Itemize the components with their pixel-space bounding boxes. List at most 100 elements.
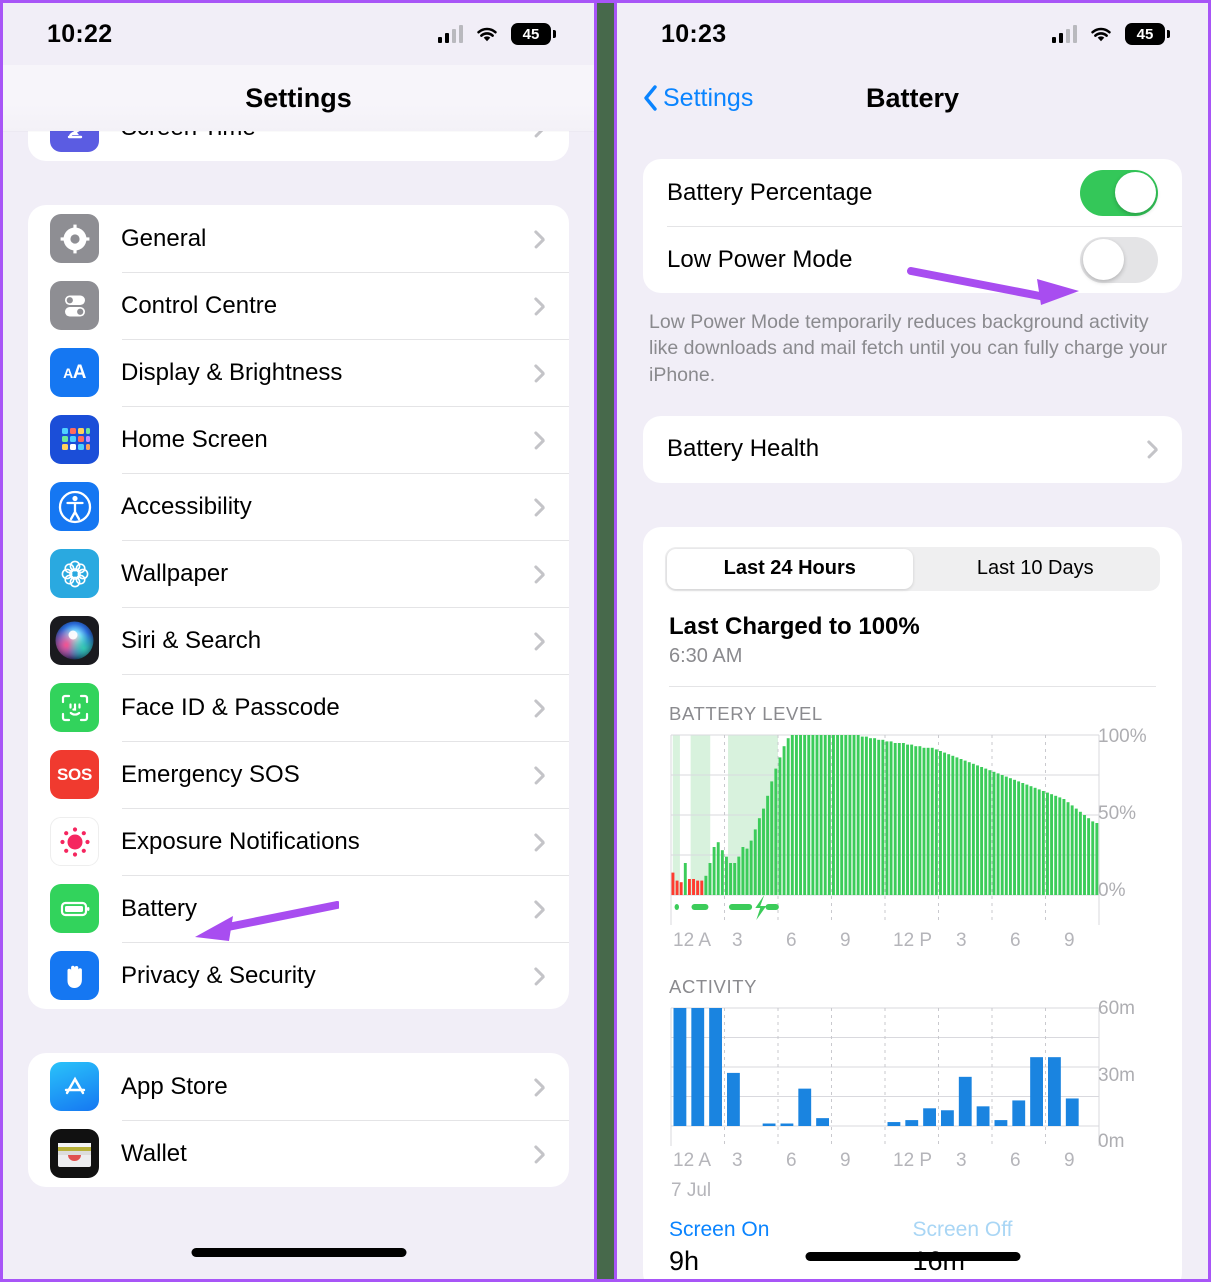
sidebar-item-battery[interactable]: Battery [28, 875, 569, 942]
timeframe-segmented-control[interactable]: Last 24 Hours Last 10 Days [665, 546, 1160, 591]
sidebar-item-label: Battery [121, 894, 198, 922]
chevron-right-icon [532, 899, 543, 919]
setting-label: Low Power Mode [667, 245, 853, 273]
privacy-security-icon [50, 951, 99, 1000]
xtick-label: 3 [732, 929, 743, 951]
status-bar-time: 10:23 [661, 19, 727, 48]
list-item-screen-time[interactable]: Screen Time [28, 131, 569, 161]
sidebar-item-label: Wallet [121, 1139, 187, 1167]
sidebar-item-label: Siri & Search [121, 626, 262, 654]
sidebar-item-display-brightness[interactable]: AA Display & Brightness [28, 339, 569, 406]
ytick-label: 50% [1098, 802, 1137, 824]
settings-scroll-content[interactable]: Screen Time [3, 131, 594, 1187]
sidebar-item-control-centre[interactable]: Control Centre [28, 272, 569, 339]
screen-on-value: 9h [669, 1245, 700, 1276]
timeframe-segmented-wrap: Last 24 Hours Last 10 Days [643, 527, 1182, 591]
sidebar-item-siri-search[interactable]: Siri & Search [28, 607, 569, 674]
sidebar-item-label: Exposure Notifications [121, 827, 360, 855]
activity-y-axis: 60m 30m 0m [1092, 998, 1158, 1152]
section-gap-2 [3, 1009, 594, 1053]
status-bar-indicators: 45 [437, 23, 556, 45]
setting-row-low-power-mode[interactable]: Low Power Mode [643, 226, 1182, 293]
battery-screen: 10:23 45 Settings Battery Battery Percen… [617, 0, 1211, 1282]
battery-icon: 45 [1125, 23, 1170, 45]
display-brightness-icon: AA [50, 348, 99, 397]
settings-navbar: Settings [3, 65, 594, 131]
xtick-label: 9 [1064, 929, 1075, 951]
ytick-label: 100% [1098, 725, 1147, 747]
list-item-label: Battery Health [667, 435, 820, 463]
home-indicator [805, 1252, 1020, 1261]
chevron-right-icon [532, 1077, 543, 1097]
sidebar-item-label: App Store [121, 1072, 228, 1100]
screen-time-stats: Screen On 9h Screen Off 16m [643, 1202, 1182, 1277]
chevron-right-icon [1145, 439, 1156, 459]
wifi-icon [475, 25, 499, 43]
sidebar-item-emergency-sos[interactable]: SOS Emergency SOS [28, 741, 569, 808]
xtick-label: 6 [786, 929, 797, 951]
chevron-right-icon [532, 564, 543, 584]
battery-percentage-toggle[interactable] [1080, 169, 1158, 216]
low-power-mode-toggle[interactable] [1080, 236, 1158, 283]
setting-row-battery-percentage[interactable]: Battery Percentage [643, 159, 1182, 226]
battery-navbar: Settings Battery [617, 65, 1208, 131]
general-gear-icon [50, 214, 99, 263]
tab-last-24-hours[interactable]: Last 24 Hours [667, 548, 913, 589]
sidebar-item-face-id[interactable]: Face ID & Passcode [28, 674, 569, 741]
back-button[interactable]: Settings [643, 84, 753, 113]
tab-last-10-days[interactable]: Last 10 Days [913, 549, 1159, 589]
sidebar-item-home-screen[interactable]: Home Screen [28, 406, 569, 473]
screen-off-stat: Screen Off 16m [913, 1218, 1157, 1277]
sidebar-item-label: Display & Brightness [121, 358, 343, 386]
battery-toggles-card: Battery Percentage Low Power Mode [643, 159, 1182, 293]
chevron-right-icon [532, 832, 543, 852]
xtick-label: 6 [1010, 1149, 1021, 1171]
last-charged-time: 6:30 AM [669, 644, 743, 667]
accessibility-icon [50, 482, 99, 531]
activity-caption: ACTIVITY [669, 975, 758, 997]
siri-search-icon [50, 616, 99, 665]
screen-on-stat: Screen On 9h [669, 1218, 913, 1277]
sidebar-item-accessibility[interactable]: Accessibility [28, 473, 569, 540]
battery-level-chart: 100% 50% 0% 12 A 3 6 9 12 P 3 6 9 [669, 726, 1156, 960]
activity-date-label: 7 Jul [671, 1179, 712, 1201]
exposure-notifications-icon [50, 817, 99, 866]
battery-health-card: Battery Health [643, 415, 1182, 483]
last-charged-title: Last Charged to 100% [669, 612, 920, 640]
face-id-icon [50, 683, 99, 732]
back-button-label: Settings [663, 83, 754, 112]
sidebar-item-exposure-notifications[interactable]: Exposure Notifications [28, 808, 569, 875]
list-item-label: Screen Time [121, 131, 532, 142]
sidebar-item-app-store[interactable]: App Store [28, 1053, 569, 1120]
battery-icon: 45 [511, 23, 556, 45]
screen-on-label: Screen On [669, 1217, 770, 1241]
screenshot-stage: 10:22 45 Settings General Control Centre… [0, 0, 1211, 1282]
sidebar-item-wallet[interactable]: Wallet [28, 1120, 569, 1187]
setting-label: Battery Percentage [667, 178, 873, 206]
sidebar-item-privacy-security[interactable]: Privacy & Security [28, 942, 569, 1009]
sidebar-item-label: Home Screen [121, 425, 268, 453]
sidebar-item-general[interactable]: General [28, 205, 569, 272]
chevron-right-icon [532, 131, 543, 138]
sidebar-item-label: Wallpaper [121, 559, 229, 587]
list-item-battery-health[interactable]: Battery Health [643, 416, 1182, 483]
chevron-right-icon [532, 698, 543, 718]
status-bar-time: 10:22 [47, 19, 113, 48]
screen-time-icon [50, 131, 99, 152]
activity-chart: 60m 30m 0m 12 A 3 6 9 12 P 3 6 9 7 Jul [669, 998, 1158, 1202]
page-title: Settings [245, 82, 352, 113]
chevron-right-icon [532, 229, 543, 249]
status-bar-indicators: 45 [1051, 23, 1170, 45]
battery-usage-card: Last 24 Hours Last 10 Days Last Charged … [643, 526, 1182, 1279]
screen-off-value: 16m [913, 1246, 1157, 1277]
chevron-right-icon [532, 631, 543, 651]
sidebar-item-label: Accessibility [121, 492, 252, 520]
wifi-icon [1089, 25, 1113, 43]
settings-screen: 10:22 45 Settings General Control Centre… [0, 0, 594, 1282]
xtick-label: 3 [956, 929, 967, 951]
sidebar-item-label: Control Centre [121, 291, 278, 319]
activity-plot [670, 1007, 1100, 1146]
sidebar-item-wallpaper[interactable]: Wallpaper [28, 540, 569, 607]
